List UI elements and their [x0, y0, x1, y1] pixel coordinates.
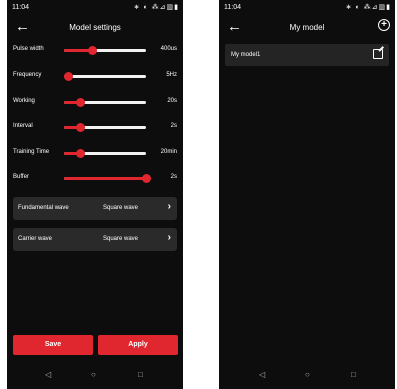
- slider-track[interactable]: [64, 123, 146, 132]
- slider-thumb[interactable]: [75, 149, 85, 158]
- chevron-right-icon: ›: [167, 201, 171, 212]
- plus-circle-icon[interactable]: +: [378, 19, 390, 31]
- status-icons: ∗ ◐ ⁂⊿▥▮: [345, 4, 391, 11]
- slider-label: Training Time: [13, 149, 50, 155]
- chevron-right-icon: ›: [167, 232, 171, 243]
- slider-interval: Interval 2s: [7, 120, 183, 134]
- list-item[interactable]: My model1: [225, 44, 389, 66]
- nav-back-icon[interactable]: ◁: [259, 370, 265, 379]
- nav-recents-icon[interactable]: □: [351, 370, 356, 379]
- wave-value: Square wave: [103, 205, 139, 211]
- slider-label: Buffer: [13, 174, 29, 180]
- slider-value: 400us: [160, 46, 177, 52]
- slider-thumb[interactable]: [141, 174, 151, 183]
- page-title: My model: [289, 23, 325, 32]
- status-bar: 11:04 ∗ ◐ ⁂⊿▥▮: [219, 0, 395, 16]
- slider-thumb[interactable]: [88, 46, 98, 55]
- slider-label: Interval: [13, 123, 33, 129]
- slider-track[interactable]: [64, 46, 146, 55]
- slider-working: Working 20s: [7, 95, 183, 109]
- fundamental-wave-row[interactable]: Fundamental wave Square wave ›: [13, 197, 177, 220]
- slider-label: Working: [13, 98, 35, 104]
- slider-value: 5Hz: [166, 72, 177, 78]
- slider-track[interactable]: [64, 174, 151, 183]
- status-icons: ∗ ◐ ⁂⊿▥▮: [133, 4, 179, 11]
- slider-thumb[interactable]: [75, 123, 85, 132]
- slider-label: Frequency: [13, 72, 42, 78]
- my-model-screen: 11:04 ∗ ◐ ⁂⊿▥▮ ← My model + My model1 ◁ …: [219, 0, 395, 389]
- slider-value: 2s: [170, 123, 177, 129]
- wave-label: Carrier wave: [18, 236, 53, 242]
- slider-thumb[interactable]: [75, 98, 85, 107]
- nav-recents-icon[interactable]: □: [138, 370, 143, 379]
- slider-track[interactable]: [63, 72, 146, 81]
- slider-frequency: Frequency 5Hz: [7, 69, 183, 83]
- slider-track[interactable]: [64, 98, 146, 107]
- status-time: 11:04: [224, 4, 241, 11]
- nav-back-icon[interactable]: ◁: [45, 370, 51, 379]
- slider-value: 20min: [160, 149, 177, 155]
- apply-button[interactable]: Apply: [98, 335, 178, 355]
- slider-thumb[interactable]: [63, 72, 73, 81]
- save-button[interactable]: Save: [13, 335, 93, 355]
- slider-value: 20s: [167, 98, 177, 104]
- slider-label: Pulse width: [13, 46, 44, 52]
- nav-home-icon[interactable]: ○: [91, 370, 96, 379]
- wave-value: Square wave: [103, 236, 139, 242]
- app-bar: ← Model settings: [7, 16, 183, 40]
- app-bar: ← My model +: [219, 16, 395, 40]
- carrier-wave-row[interactable]: Carrier wave Square wave ›: [13, 228, 177, 251]
- slider-training-time: Training Time 20min: [7, 146, 183, 160]
- edit-icon[interactable]: [373, 49, 383, 59]
- model-name: My model1: [231, 52, 261, 58]
- status-bar: 11:04 ∗ ◐ ⁂⊿▥▮: [7, 0, 183, 16]
- nav-home-icon[interactable]: ○: [305, 370, 310, 379]
- slider-fill: [64, 177, 146, 180]
- slider-value: 2s: [170, 174, 177, 180]
- status-time: 11:04: [12, 4, 29, 11]
- page-title: Model settings: [69, 23, 121, 32]
- system-nav-bar: ◁ ○ □: [219, 366, 395, 386]
- slider-buffer: Buffer 2s: [7, 171, 183, 185]
- model-settings-screen: 11:04 ∗ ◐ ⁂⊿▥▮ ← Model settings Pulse wi…: [7, 0, 183, 389]
- slider-pulse-width: Pulse width 400us: [7, 43, 183, 57]
- wave-label: Fundamental wave: [18, 205, 69, 211]
- slider-track[interactable]: [64, 149, 146, 158]
- system-nav-bar: ◁ ○ □: [7, 366, 183, 386]
